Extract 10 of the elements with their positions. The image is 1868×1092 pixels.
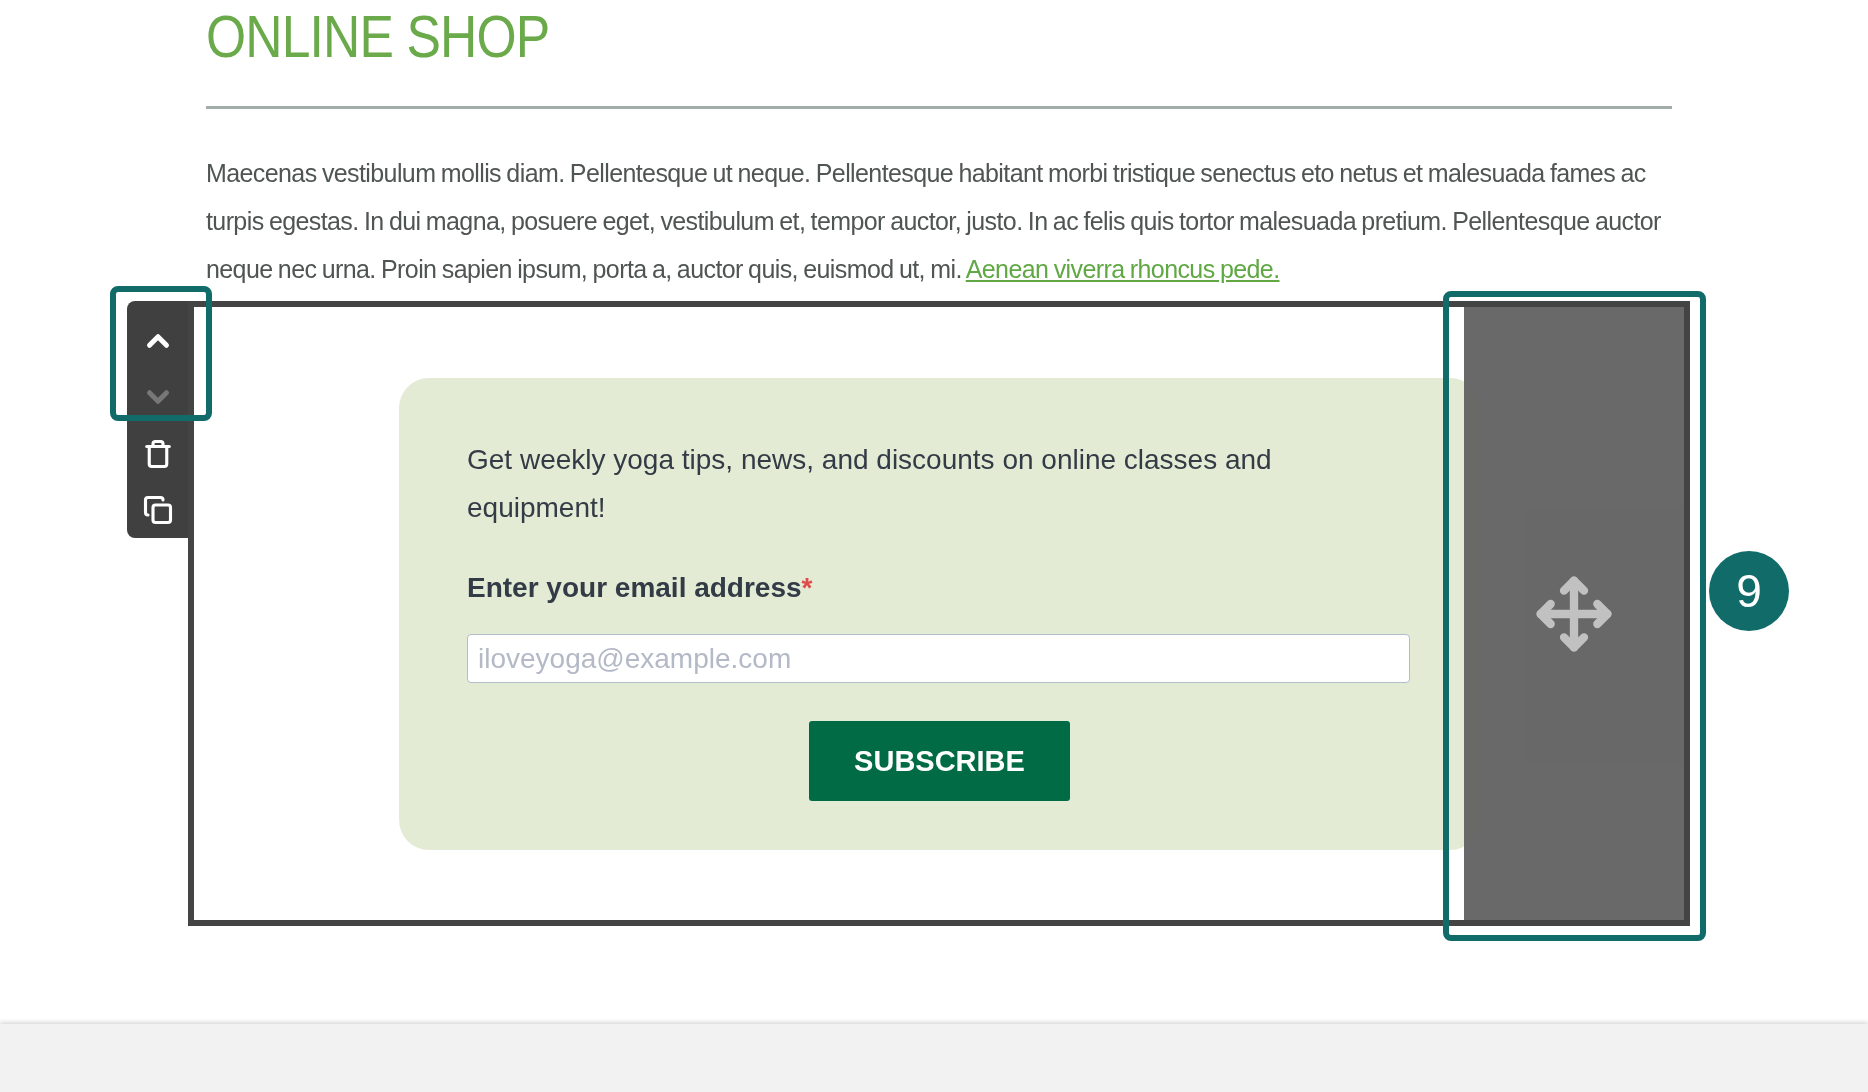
trash-icon [142, 438, 173, 469]
email-label: Enter your email address* [467, 572, 814, 604]
copy-icon [142, 494, 173, 525]
subscribe-button[interactable]: SUBSCRIBE [809, 721, 1070, 801]
signup-text: Get weekly yoga tips, news, and discounts on online classes and equipment! [467, 443, 1273, 525]
page-heading: ONLINE SHOP [206, 2, 551, 70]
email-field[interactable]: iloveyoga@example.com [467, 634, 1410, 683]
intro-paragraph: Maecenas vestibulum mollis diam. Pellentesque ut neque. Pellentesque habitant morbi tristique senectus eto netus et malesuada fames ac turpis egestas. In dui magna, posuere eget, vestibulum et, tempor auctor, justo. In ac felis quis tortor malesuada pretium. Pellentesque auctor neque nec urna. Proin sapien ipsum, porta a, auctor quis, euismod ut, mi.Aenean viverra rhoncus pede. [206, 158, 1662, 285]
drag-handle[interactable] [1464, 307, 1684, 920]
step-badge: 9 [1709, 551, 1789, 631]
